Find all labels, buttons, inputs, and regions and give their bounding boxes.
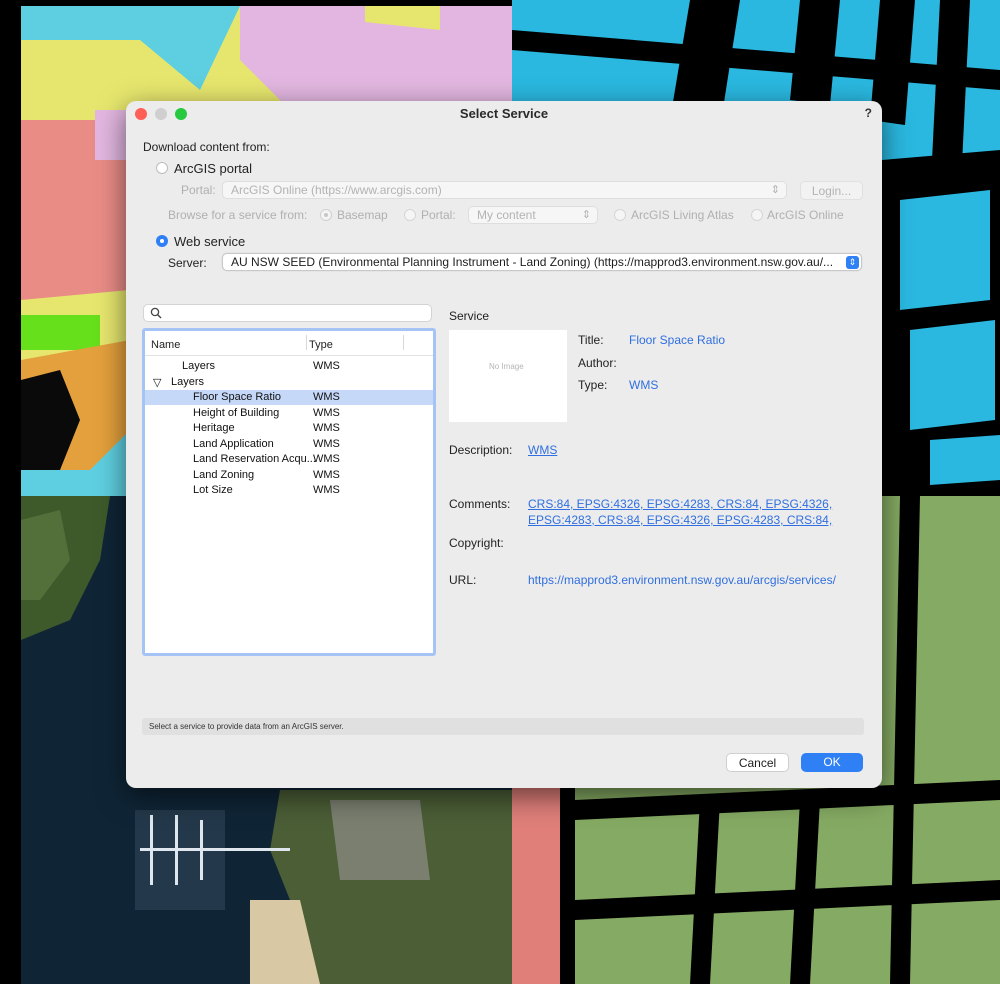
- server-select[interactable]: AU NSW SEED (Environmental Planning Inst…: [222, 253, 862, 271]
- tree-row-name: Layers: [171, 375, 205, 388]
- name-column-header[interactable]: Name: [151, 339, 180, 351]
- tree-row-type: WMS: [313, 468, 340, 481]
- login-button[interactable]: Login...: [800, 181, 863, 200]
- tree-row-name: Height of Building: [193, 406, 280, 419]
- tree-row-type: WMS: [313, 360, 340, 372]
- tree-row-type: WMS: [313, 391, 340, 403]
- comments-line-1[interactable]: CRS:84, EPSG:4326, EPSG:4283, CRS:84, EP…: [528, 497, 832, 511]
- tree-row-type: WMS: [313, 406, 340, 419]
- portal-option-label: Portal:: [421, 208, 456, 222]
- web-service-label: Web service: [174, 234, 246, 249]
- updown-chevron-icon: ⇕: [770, 184, 780, 196]
- tree-row-name: Layers: [182, 360, 216, 372]
- type-value: WMS: [629, 378, 659, 392]
- service-heading: Service: [449, 309, 490, 323]
- tree-row[interactable]: Layers WMS: [145, 359, 433, 374]
- tree-row[interactable]: Height of Building WMS: [145, 406, 433, 421]
- my-content-select[interactable]: My content ⇕: [468, 206, 598, 224]
- arcgis-portal-radio[interactable]: [156, 162, 168, 174]
- cancel-button[interactable]: Cancel: [726, 753, 789, 772]
- tree-row[interactable]: Land Application WMS: [145, 437, 433, 452]
- author-label: Author:: [578, 356, 617, 370]
- updown-chevron-icon: ⇕: [581, 209, 591, 221]
- arcgis-portal-label: ArcGIS portal: [174, 161, 253, 176]
- select-service-dialog: Select Service ? Download content from: …: [126, 101, 882, 788]
- updown-chevron-icon: ⇕: [846, 256, 859, 269]
- tree-row[interactable]: Floor Space Ratio WMS: [145, 390, 433, 405]
- title-label: Title:: [578, 333, 604, 347]
- column-divider: [403, 335, 404, 350]
- living-atlas-label: ArcGIS Living Atlas: [631, 208, 734, 222]
- my-content-value: My content: [477, 208, 536, 222]
- tree-row-name: Lot Size: [193, 484, 233, 496]
- server-label: Server:: [168, 256, 207, 270]
- url-label: URL:: [449, 573, 477, 587]
- tree-row-name: Floor Space Ratio: [193, 391, 282, 403]
- download-content-heading: Download content from:: [143, 140, 270, 154]
- title-value: Floor Space Ratio: [629, 333, 726, 347]
- basemap-label: Basemap: [337, 208, 388, 222]
- service-thumbnail: No Image: [449, 330, 567, 422]
- title-bar: Select Service ?: [126, 101, 882, 125]
- tree-row-name: Heritage: [193, 422, 235, 434]
- web-service-radio[interactable]: [156, 235, 168, 247]
- disclosure-triangle-icon[interactable]: ▽: [153, 376, 161, 389]
- portal-select[interactable]: ArcGIS Online (https://www.arcgis.com) ⇕: [222, 181, 787, 199]
- url-value[interactable]: https://mapprod3.environment.nsw.gov.au/…: [528, 573, 836, 587]
- dialog-title: Select Service: [459, 106, 549, 121]
- tree-row-type: WMS: [313, 422, 340, 434]
- basemap-radio[interactable]: [320, 209, 332, 221]
- portal-select-value: ArcGIS Online (https://www.arcgis.com): [231, 183, 442, 197]
- copyright-label: Copyright:: [449, 536, 504, 550]
- arcgis-online-label: ArcGIS Online: [767, 208, 844, 222]
- tree-row-type: WMS: [313, 484, 340, 496]
- tree-header: Name Type: [145, 331, 433, 356]
- tree-row[interactable]: Land Zoning WMS: [145, 468, 433, 483]
- description-label: Description:: [449, 443, 513, 457]
- layers-tree[interactable]: Name Type Layers WMS ▽ Layers Floor Space Ra…: [142, 328, 436, 656]
- tree-row[interactable]: ▽ Layers: [145, 375, 433, 390]
- search-input[interactable]: [143, 304, 432, 322]
- tree-row-name: Land Application: [193, 437, 274, 450]
- arcgis-online-radio[interactable]: [751, 209, 763, 221]
- status-bar: Select a service to provide data from an…: [142, 718, 864, 735]
- column-divider: [306, 335, 307, 350]
- comments-line-2[interactable]: EPSG:4283, CRS:84, EPSG:4326, EPSG:4283,…: [528, 513, 832, 527]
- description-link[interactable]: WMS: [528, 443, 557, 457]
- comments-label: Comments:: [449, 497, 511, 511]
- server-select-value: AU NSW SEED (Environmental Planning Inst…: [231, 255, 834, 269]
- tree-row[interactable]: Land Reservation Acqu... WMS: [145, 452, 433, 467]
- ok-button[interactable]: OK: [801, 753, 863, 772]
- tree-row[interactable]: Heritage WMS: [145, 421, 433, 436]
- help-button[interactable]: ?: [865, 106, 872, 120]
- tree-row-type: WMS: [313, 437, 340, 450]
- tree-row-name: Land Reservation Acqu...: [193, 453, 316, 465]
- tree-row[interactable]: Lot Size WMS: [145, 483, 433, 498]
- type-column-header[interactable]: Type: [309, 339, 333, 351]
- tree-row-name: Land Zoning: [193, 468, 255, 481]
- browse-from-label: Browse for a service from:: [168, 208, 308, 222]
- portal-label: Portal:: [181, 183, 216, 197]
- tree-row-type: WMS: [313, 453, 340, 465]
- portal-option-radio[interactable]: [404, 209, 416, 221]
- type-label: Type:: [578, 378, 608, 392]
- living-atlas-radio[interactable]: [614, 209, 626, 221]
- no-image-text: No Image: [489, 362, 524, 371]
- search-icon: [150, 307, 162, 319]
